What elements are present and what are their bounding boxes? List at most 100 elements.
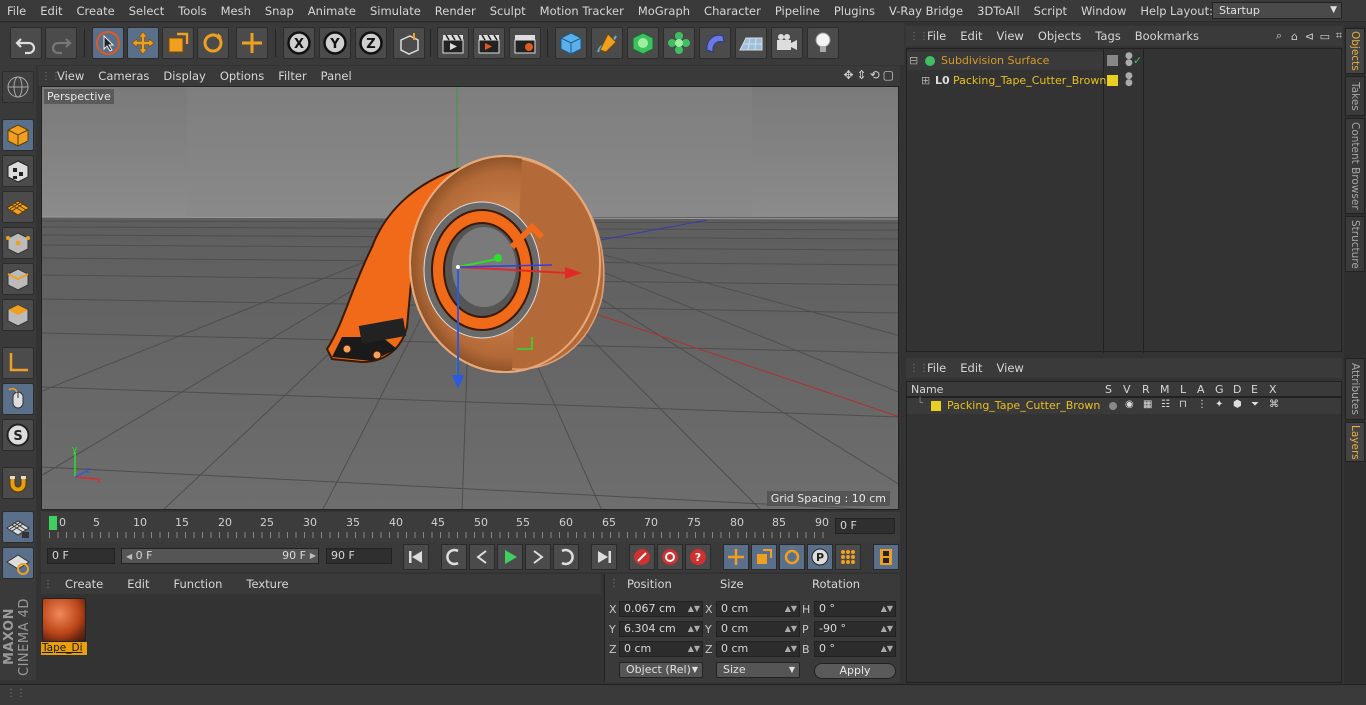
- key-position-button[interactable]: [723, 544, 749, 570]
- key-pla-button[interactable]: [835, 544, 861, 570]
- scale-tool-button[interactable]: [162, 27, 194, 59]
- menu-pipeline[interactable]: Pipeline: [768, 0, 827, 22]
- key-parameter-button[interactable]: P: [807, 544, 833, 570]
- rotate-tool-button[interactable]: [197, 27, 229, 59]
- menu-help[interactable]: Help: [1133, 0, 1173, 22]
- end-frame-field[interactable]: 90 F: [326, 548, 392, 564]
- pos-x-field[interactable]: 0.067 cm ▲▼: [619, 601, 703, 617]
- redo-button[interactable]: [45, 27, 77, 59]
- manager-list-icon[interactable]: ☷: [1161, 399, 1170, 410]
- deformer-icon[interactable]: ⬢: [1233, 399, 1242, 410]
- axis-mode-button[interactable]: [2, 347, 34, 379]
- om-menu-bookmarks[interactable]: Bookmarks: [1128, 26, 1206, 46]
- apply-button[interactable]: Apply: [814, 663, 896, 679]
- goto-start-button[interactable]: [403, 544, 429, 570]
- viewport-menu-display[interactable]: Display: [156, 66, 212, 86]
- pen-spline-button[interactable]: [591, 27, 623, 59]
- tab-structure[interactable]: Structure: [1345, 216, 1365, 272]
- play-button[interactable]: [497, 544, 523, 570]
- y-axis-lock-button[interactable]: Y: [319, 27, 351, 59]
- playhead[interactable]: [49, 516, 57, 530]
- size-z-field[interactable]: 0 cm ▲▼: [716, 641, 800, 657]
- col-name[interactable]: Name: [911, 383, 943, 396]
- material-menu-create[interactable]: Create: [51, 574, 113, 594]
- orbit-icon[interactable]: ⟲: [870, 68, 880, 82]
- x-axis-lock-button[interactable]: X: [283, 27, 315, 59]
- menu-character[interactable]: Character: [697, 0, 768, 22]
- environment-button[interactable]: [735, 27, 767, 59]
- goto-end-button[interactable]: [591, 544, 617, 570]
- col-animation[interactable]: A: [1197, 383, 1205, 396]
- om-menu-edit[interactable]: Edit: [953, 26, 989, 46]
- material-name[interactable]: Tape_Di: [41, 642, 87, 655]
- menu-file[interactable]: File: [0, 0, 33, 22]
- tab-attributes[interactable]: Attributes: [1345, 358, 1365, 420]
- material-menu-function[interactable]: Function: [160, 574, 233, 594]
- col-locked[interactable]: L: [1180, 383, 1186, 396]
- record-button[interactable]: [629, 544, 655, 570]
- pan-icon[interactable]: ✥: [843, 68, 853, 82]
- menu-mesh[interactable]: Mesh: [214, 0, 258, 22]
- om-menu-objects[interactable]: Objects: [1031, 26, 1088, 46]
- material-menu-texture[interactable]: Texture: [232, 574, 298, 594]
- points-mode-button[interactable]: [2, 227, 34, 259]
- coord-mode-dropdown[interactable]: Object (Rel) ▼: [619, 662, 703, 678]
- move-tool-button[interactable]: [127, 27, 159, 59]
- edges-mode-button[interactable]: [2, 263, 34, 295]
- texture-mode-button[interactable]: [2, 155, 34, 187]
- menu-vray-bridge[interactable]: V-Ray Bridge: [882, 0, 970, 22]
- menu-motion-tracker[interactable]: Motion Tracker: [533, 0, 631, 22]
- coordinate-system-button[interactable]: [393, 27, 425, 59]
- col-manager[interactable]: M: [1160, 383, 1170, 396]
- search-icon[interactable]: ⌕: [1276, 29, 1282, 43]
- menu-3dtoall[interactable]: 3DToAll: [970, 0, 1027, 22]
- workplane-mode-button[interactable]: [2, 191, 34, 223]
- render-settings-button[interactable]: [509, 27, 541, 59]
- visibility-dots-icon[interactable]: ● ●: [1125, 72, 1133, 88]
- expand-icon[interactable]: ⌗: [1336, 29, 1342, 43]
- collapse-icon[interactable]: ⊟: [909, 52, 918, 70]
- current-frame-field[interactable]: 0 F: [835, 518, 895, 534]
- col-deformers[interactable]: D: [1233, 383, 1241, 396]
- col-solo[interactable]: S: [1105, 383, 1112, 396]
- workplane-lock-button[interactable]: [2, 511, 34, 543]
- deformer-button[interactable]: [699, 27, 731, 59]
- subdivision-surface-button[interactable]: [627, 27, 659, 59]
- enabled-check-icon[interactable]: ✓: [1133, 52, 1142, 70]
- menu-simulate[interactable]: Simulate: [363, 0, 428, 22]
- prev-key-button[interactable]: [441, 544, 467, 570]
- size-mode-dropdown[interactable]: Size ▼: [716, 662, 800, 678]
- new-view-icon[interactable]: ▭: [1320, 30, 1330, 43]
- tab-objects[interactable]: Objects: [1345, 28, 1365, 74]
- tab-content-browser[interactable]: Content Browser: [1345, 118, 1365, 214]
- col-xref[interactable]: X: [1269, 383, 1277, 396]
- size-y-field[interactable]: 0 cm ▲▼: [716, 621, 800, 637]
- make-editable-button[interactable]: [2, 71, 34, 103]
- render-clapper-icon[interactable]: ▦: [1143, 399, 1152, 410]
- menu-select[interactable]: Select: [122, 0, 171, 22]
- menu-mograph[interactable]: MoGraph: [631, 0, 697, 22]
- xref-icon[interactable]: ⌘: [1269, 399, 1279, 410]
- col-view[interactable]: V: [1123, 383, 1131, 396]
- autokey-button[interactable]: [657, 544, 683, 570]
- menu-edit[interactable]: Edit: [33, 0, 69, 22]
- key-scale-button[interactable]: [751, 544, 777, 570]
- next-frame-button[interactable]: [525, 544, 551, 570]
- om-menu-view[interactable]: View: [990, 26, 1031, 46]
- solo-dot-icon[interactable]: [1109, 402, 1117, 410]
- dolly-icon[interactable]: ⇕: [857, 68, 867, 82]
- menu-sculpt[interactable]: Sculpt: [483, 0, 533, 22]
- tweak-mode-button[interactable]: [2, 383, 34, 415]
- eye-icon[interactable]: ◉: [1125, 399, 1134, 410]
- expand-icon[interactable]: ⊞: [921, 72, 930, 90]
- preview-range-slider[interactable]: ◀ 0 F 90 F ▶: [121, 548, 319, 564]
- viewport-menu-options[interactable]: Options: [213, 66, 271, 86]
- om-menu-file[interactable]: File: [920, 26, 953, 46]
- viewport-menu-panel[interactable]: Panel: [314, 66, 359, 86]
- object-row[interactable]: ⊞ L0 Packing_Tape_Cutter_Brown ● ●: [907, 72, 1133, 90]
- object-row[interactable]: ⊟ Subdivision Surface ● ● ✓: [907, 52, 1142, 70]
- key-rotation-button[interactable]: [779, 544, 805, 570]
- rot-h-field[interactable]: 0 ° ▲▼: [814, 601, 896, 617]
- menu-render[interactable]: Render: [428, 0, 483, 22]
- material-thumbnail[interactable]: [42, 598, 86, 642]
